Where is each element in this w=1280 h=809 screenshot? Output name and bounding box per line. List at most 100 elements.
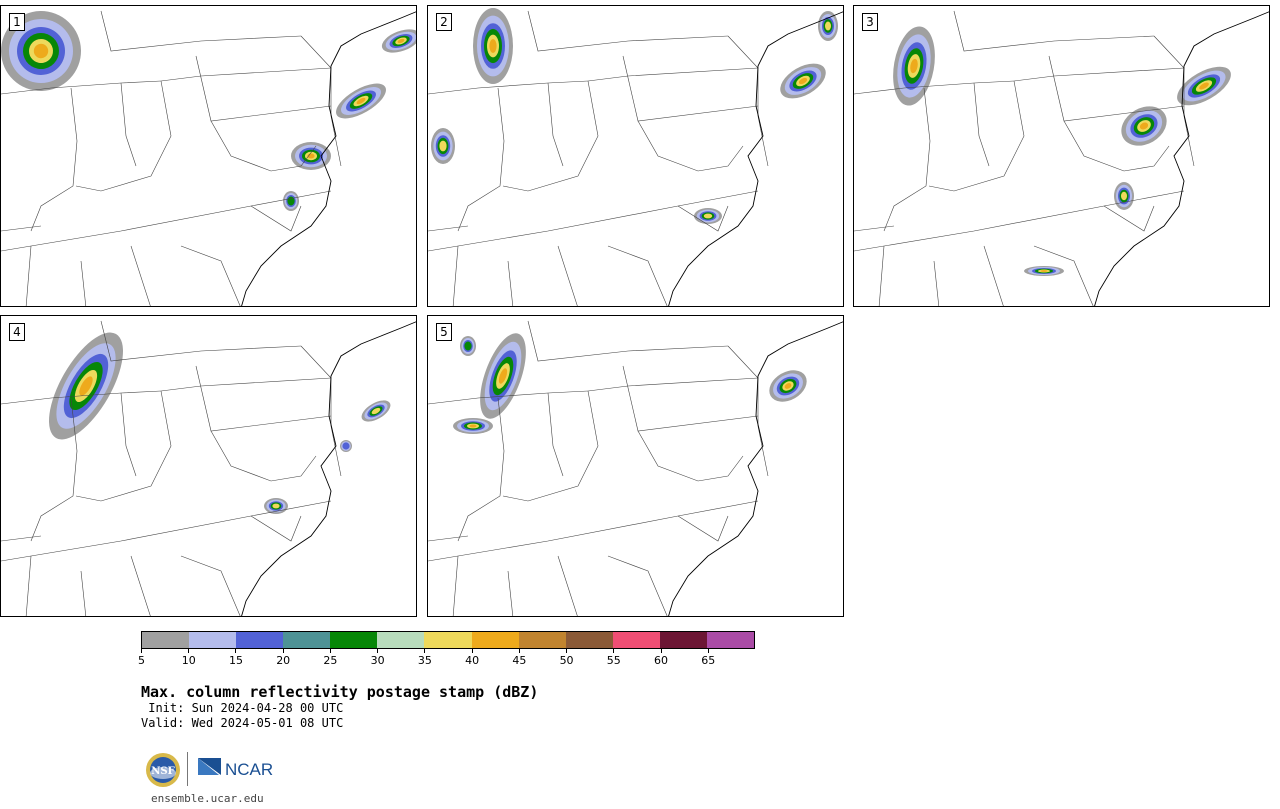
state-border [75,80,172,192]
state-border [854,225,895,232]
panel-4: 4 [0,315,417,617]
colorbar-segment [424,632,472,648]
reflectivity-echo [489,39,497,53]
state-border [557,245,578,306]
state-border [180,555,241,616]
colorbar-tick-label: 50 [559,654,574,667]
state-border [587,67,759,82]
state-border [507,260,514,306]
colorbar-tick-label: 40 [465,654,480,667]
state-border [557,555,578,616]
state-border [677,515,729,542]
colorbar-tick-label: 20 [276,654,291,667]
ncar-logo: NCAR [198,758,273,779]
colorbar-segment [189,632,237,648]
colorbar-tick-label: 15 [228,654,243,667]
map-1 [1,10,416,306]
colorbar-segment [283,632,331,648]
state-border [878,245,885,306]
state-border [928,80,1025,192]
colorbar-segment [142,632,190,648]
colorbar-tick [188,649,190,653]
colorbar-tick-label: 65 [701,654,716,667]
state-border [607,555,668,616]
colorbar-tick [377,649,379,653]
reflectivity-echo [464,341,472,351]
state-border [933,260,940,306]
colorbar-tick [235,649,237,653]
state-border [727,35,769,167]
state-border [502,80,599,192]
colorbar-tick-label: 45 [512,654,527,667]
state-border [607,245,668,306]
state-border [428,80,589,95]
state-border [1013,67,1185,82]
colorbar-tick [424,649,426,653]
colorbar-segment [471,632,519,648]
state-border [622,55,759,122]
colorbar-tick [660,649,662,653]
reflectivity-echo [1121,191,1127,201]
colorbar-segment [518,632,566,648]
state-border [983,245,1004,306]
reflectivity-echo [272,503,280,509]
state-border [527,10,729,52]
state-border [953,10,1155,52]
state-border [973,82,990,167]
state-border [547,392,564,477]
colorbar-segment [330,632,378,648]
reflectivity-echo [703,213,713,219]
colorbar-tick-label: 30 [370,654,385,667]
state-border [100,10,302,52]
panel-2: 2 [427,5,844,307]
logo-separator [187,752,188,786]
colorbar [141,631,755,649]
state-border [130,245,151,306]
colorbar-ticks: 5 10 15 20 25 30 35 40 45 50 55 60 65 [138,649,755,669]
map-5 [428,320,843,616]
colorbar-tick [282,649,284,653]
state-border [502,390,599,502]
state-border [1,535,42,542]
state-border [80,260,87,306]
reflectivity-echo [439,140,447,152]
ncar-logo-text: NCAR [225,760,273,779]
state-border [210,430,317,482]
colorbar-tick [518,649,520,653]
reflectivity-echo [1040,270,1048,272]
colorbar-segment [612,632,660,648]
colorbar-tick-label: 55 [606,654,621,667]
state-border [25,555,32,616]
coastline [1094,11,1269,306]
panel-5: 5 [427,315,844,617]
state-border [727,345,769,477]
reflectivity-echo [469,424,477,428]
colorbar-segment [236,632,284,648]
panel-number: 5 [436,323,452,341]
state-border [854,80,1015,95]
colorbar-tick [707,649,709,653]
init-time: Init: Sun 2024-04-28 00 UTC [141,701,344,715]
colorbar-tick-label: 5 [138,654,145,667]
state-border [428,225,469,232]
panel-number: 3 [862,13,878,31]
state-border [1048,55,1185,122]
reflectivity-echo [825,21,831,31]
map-3 [854,10,1269,306]
panel-3: 3 [853,5,1270,307]
nsf-logo: NSF [146,753,180,787]
state-border [507,570,514,616]
colorbar-tick-label: 60 [654,654,669,667]
state-border [452,555,459,616]
colorbar-segment [377,632,425,648]
panel-number: 4 [9,323,25,341]
valid-time: Valid: Wed 2024-05-01 08 UTC [141,716,344,730]
panel-number: 1 [9,13,25,31]
state-border [195,55,332,122]
colorbar-tick [329,649,331,653]
state-border [637,120,744,172]
state-border [452,245,459,306]
state-border [428,535,469,542]
coastline [668,11,843,306]
state-border [527,320,729,362]
